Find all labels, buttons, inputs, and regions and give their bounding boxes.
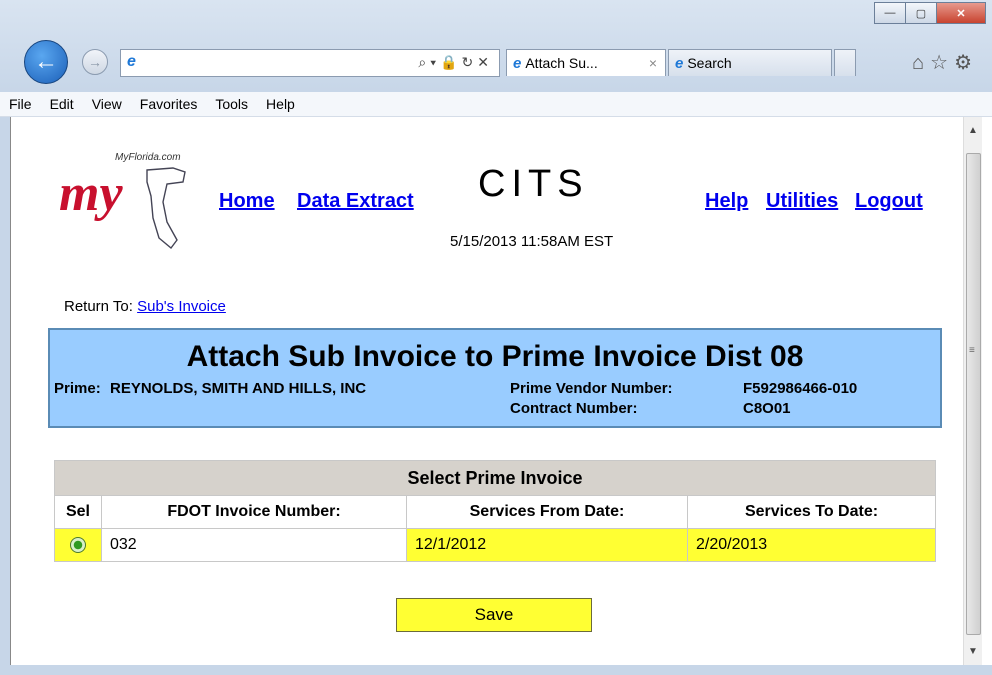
return-to: Return To: Sub's Invoice <box>64 298 226 315</box>
subs-invoice-link[interactable]: Sub's Invoice <box>137 298 226 315</box>
tab-attach-sub[interactable]: e Attach Su... × <box>506 49 666 76</box>
nav-help-link[interactable]: Help <box>705 190 748 213</box>
tab-search[interactable]: e Search <box>668 49 832 76</box>
column-header-from-date: Services From Date: <box>406 495 688 529</box>
maximize-button[interactable]: ▢ <box>905 2 937 24</box>
close-window-button[interactable]: ✕ <box>936 2 986 24</box>
lock-icon[interactable]: 🔒 <box>440 54 461 70</box>
contract-number-label: Contract Number: <box>510 400 638 417</box>
table-row: 032 12/1/2012 2/20/2013 <box>54 528 936 562</box>
back-button[interactable]: ← <box>24 40 68 84</box>
florida-outline-icon <box>146 167 186 250</box>
column-header-invoice: FDOT Invoice Number: <box>101 495 407 529</box>
menu-file[interactable]: File <box>0 96 41 112</box>
menu-favorites[interactable]: Favorites <box>131 96 207 112</box>
address-tools[interactable]: ⌕▾🔒↻✕ <box>418 54 493 71</box>
minimize-button[interactable]: — <box>874 2 906 24</box>
favorites-star-icon[interactable]: ☆ <box>930 52 954 74</box>
vendor-number-value: F592986466-010 <box>743 380 858 397</box>
app-title: CITS <box>478 163 589 205</box>
menu-help[interactable]: Help <box>257 96 304 112</box>
page-title: Attach Sub Invoice to Prime Invoice Dist… <box>186 340 804 373</box>
myflorida-logo: MyFlorida.com my <box>55 152 205 252</box>
menu-bar: File Edit View Favorites Tools Help <box>0 92 992 117</box>
page-banner: Attach Sub Invoice to Prime Invoice Dist… <box>48 328 942 428</box>
menu-tools[interactable]: Tools <box>206 96 257 112</box>
select-cell <box>54 528 102 562</box>
refresh-icon[interactable]: ↻ <box>462 54 478 70</box>
window-bottom-edge <box>0 665 992 675</box>
save-button[interactable]: Save <box>396 598 592 632</box>
tab-label: Search <box>687 55 732 71</box>
dropdown-icon[interactable]: ▾ <box>430 54 440 70</box>
select-radio[interactable] <box>70 537 86 553</box>
tab-close-icon[interactable]: × <box>649 55 657 71</box>
from-date-cell: 12/1/2012 <box>406 528 688 562</box>
vendor-number-label: Prime Vendor Number: <box>510 380 673 397</box>
home-icon[interactable]: ⌂ <box>912 52 930 74</box>
navigation-row: ← → e ⌕▾🔒↻✕ e Attach Su... × e Search ⌂☆… <box>0 40 992 90</box>
scroll-thumb[interactable] <box>966 153 981 635</box>
new-tab-button[interactable] <box>834 49 856 76</box>
tab-label: Attach Su... <box>525 55 598 71</box>
prime-value: REYNOLDS, SMITH AND HILLS, INC <box>110 380 367 397</box>
stop-icon[interactable]: ✕ <box>477 54 493 70</box>
menu-edit[interactable]: Edit <box>41 96 83 112</box>
menu-view[interactable]: View <box>83 96 131 112</box>
nav-home-link[interactable]: Home <box>219 190 275 213</box>
ie-icon: e <box>513 54 522 72</box>
address-bar[interactable]: e ⌕▾🔒↻✕ <box>120 49 500 77</box>
date-time: 5/15/2013 11:58AM EST <box>450 233 614 250</box>
toolbar-icons: ⌂☆⚙ <box>912 50 978 75</box>
scroll-grip-icon: ≡ <box>969 345 975 356</box>
table-caption: Select Prime Invoice <box>54 460 936 496</box>
contract-number-value: C8O01 <box>743 400 791 417</box>
forward-button[interactable]: → <box>82 49 108 75</box>
window-left-edge <box>0 117 10 667</box>
return-to-label: Return To: <box>64 298 133 315</box>
to-date-cell: 2/20/2013 <box>687 528 936 562</box>
ie-icon: e <box>127 53 136 70</box>
browser-chrome: — ▢ ✕ ← → e ⌕▾🔒↻✕ e Attach Su... × e Sea… <box>0 0 992 93</box>
scroll-up-icon[interactable]: ▲ <box>968 125 978 136</box>
nav-utilities-link[interactable]: Utilities <box>766 190 838 213</box>
scroll-down-icon[interactable]: ▼ <box>968 646 978 657</box>
prime-invoice-table: Select Prime Invoice Sel FDOT Invoice Nu… <box>54 460 936 562</box>
search-icon[interactable]: ⌕ <box>418 54 430 70</box>
column-header-sel: Sel <box>54 495 102 529</box>
invoice-number-cell: 032 <box>101 528 407 562</box>
ie-icon: e <box>675 54 684 72</box>
gear-icon[interactable]: ⚙ <box>954 52 978 74</box>
vertical-scrollbar[interactable]: ▲ ≡ ▼ <box>963 117 982 665</box>
nav-logout-link[interactable]: Logout <box>855 190 923 213</box>
prime-label: Prime: <box>54 380 101 397</box>
nav-data-extract-link[interactable]: Data Extract <box>297 190 414 213</box>
column-header-to-date: Services To Date: <box>687 495 936 529</box>
window-controls: — ▢ ✕ <box>874 2 986 24</box>
